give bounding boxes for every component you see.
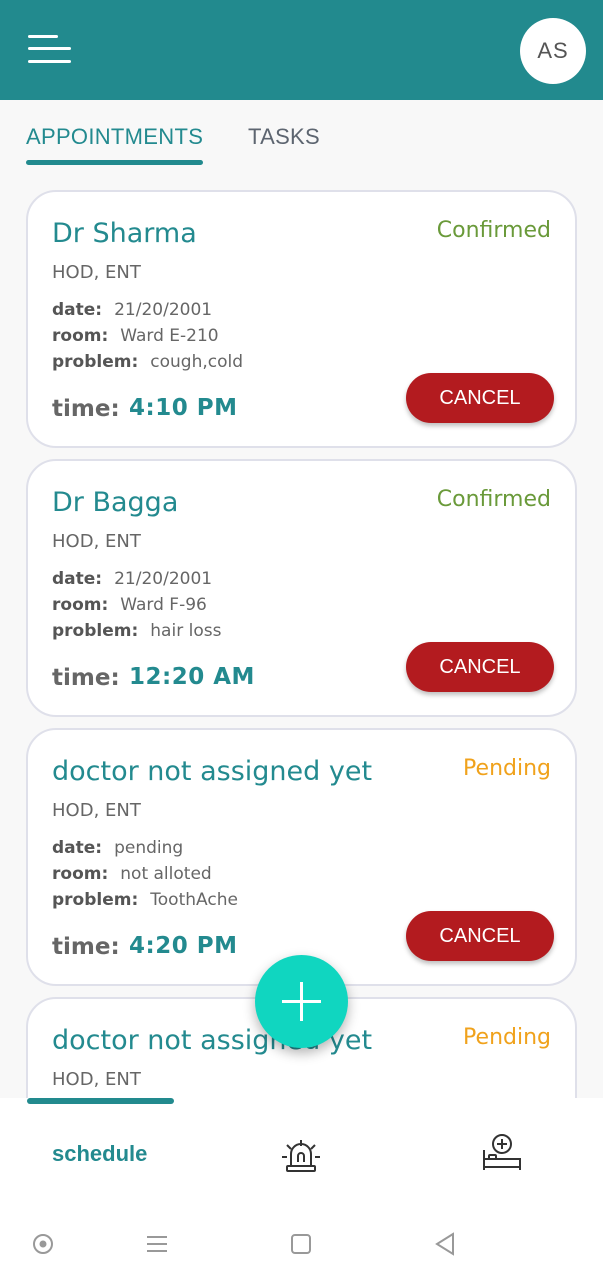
room-value: not alloted	[120, 864, 212, 884]
siren-icon[interactable]	[277, 1130, 325, 1178]
date-label: date:	[52, 569, 103, 589]
room-label: room:	[52, 864, 109, 884]
problem-row: problem: cough,cold	[52, 352, 243, 372]
problem-row: problem: hair loss	[52, 621, 221, 641]
time-value: 4:20 PM	[129, 933, 238, 959]
date-row: date: pending	[52, 838, 183, 858]
department: HOD, ENT	[52, 1069, 141, 1090]
status-badge: Pending	[463, 756, 551, 781]
room-label: room:	[52, 326, 109, 346]
add-appointment-button[interactable]	[255, 955, 348, 1048]
appointment-card[interactable]: Dr Bagga Confirmed HOD, ENT date: 21/20/2…	[26, 459, 577, 717]
status-badge: Confirmed	[436, 218, 551, 243]
doctor-name: Dr Sharma	[52, 218, 197, 249]
tab-bar: APPOINTMENTS TASKS	[0, 100, 603, 172]
bottom-navigation: schedule	[0, 1098, 603, 1208]
room-value: Ward E-210	[120, 326, 219, 346]
square-icon[interactable]	[287, 1230, 315, 1258]
appointment-card[interactable]: doctor not assigned yet Pending HOD, ENT…	[26, 728, 577, 986]
room-row: room: Ward E-210	[52, 326, 219, 346]
date-value: pending	[114, 838, 184, 858]
problem-label: problem:	[52, 890, 139, 910]
hamburger-menu-icon[interactable]	[28, 33, 72, 67]
date-row: date: 21/20/2001	[52, 569, 212, 589]
tab-appointments[interactable]: APPOINTMENTS	[26, 124, 203, 150]
time-value: 12:20 AM	[129, 664, 255, 690]
doctor-name: Dr Bagga	[52, 487, 179, 518]
room-label: room:	[52, 595, 109, 615]
date-value: 21/20/2001	[114, 569, 213, 589]
room-row: room: not alloted	[52, 864, 212, 884]
system-navigation-bar	[0, 1208, 603, 1280]
department: HOD, ENT	[52, 800, 141, 821]
avatar[interactable]: AS	[520, 18, 586, 84]
tab-tasks[interactable]: TASKS	[248, 124, 320, 150]
time-label: time:	[52, 396, 120, 422]
problem-label: problem:	[52, 621, 139, 641]
room-value: Ward F-96	[120, 595, 207, 615]
date-label: date:	[52, 838, 103, 858]
date-row: date: 21/20/2001	[52, 300, 212, 320]
cancel-button[interactable]: CANCEL	[406, 642, 554, 692]
status-badge: Confirmed	[436, 487, 551, 512]
appointment-card[interactable]: Dr Sharma Confirmed HOD, ENT date: 21/20/…	[26, 190, 577, 448]
time-label: time:	[52, 665, 120, 691]
room-row: room: Ward F-96	[52, 595, 207, 615]
time-value: 4:10 PM	[129, 395, 238, 421]
time-label: time:	[52, 934, 120, 960]
date-value: 21/20/2001	[114, 300, 213, 320]
back-triangle-icon[interactable]	[431, 1230, 459, 1258]
problem-value: hair loss	[150, 621, 222, 641]
recents-menu-icon[interactable]	[143, 1230, 171, 1258]
cancel-button[interactable]: CANCEL	[406, 911, 554, 961]
doctor-name: doctor not assigned yet	[52, 756, 373, 787]
nav-schedule[interactable]: schedule	[52, 1141, 147, 1167]
hospital-bed-icon[interactable]	[478, 1130, 526, 1178]
department: HOD, ENT	[52, 262, 141, 283]
home-circle-icon[interactable]	[29, 1230, 57, 1258]
active-tab-indicator	[26, 160, 203, 165]
department: HOD, ENT	[52, 531, 141, 552]
problem-row: problem: ToothAche	[52, 890, 238, 910]
app-bar: AS	[0, 0, 603, 100]
problem-value: cough,cold	[150, 352, 244, 372]
cancel-button[interactable]: CANCEL	[406, 373, 554, 423]
status-badge: Pending	[463, 1025, 551, 1050]
problem-value: ToothAche	[150, 890, 238, 910]
active-nav-indicator	[27, 1098, 174, 1104]
problem-label: problem:	[52, 352, 139, 372]
date-label: date:	[52, 300, 103, 320]
